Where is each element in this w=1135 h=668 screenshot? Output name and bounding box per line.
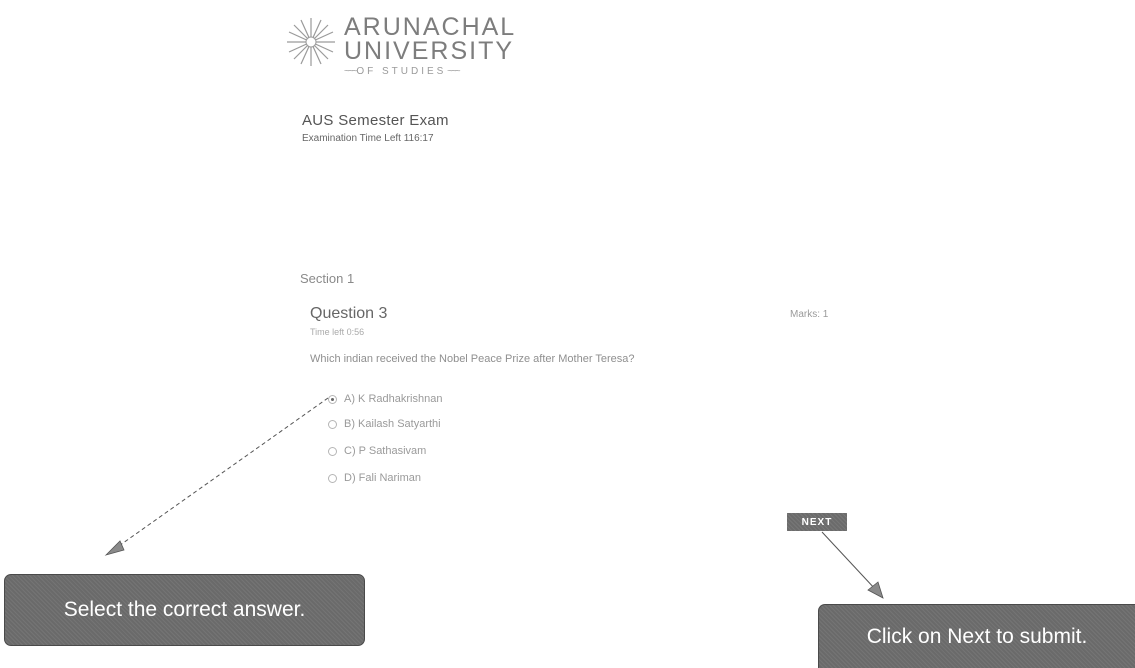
option-b[interactable]: B) Kailash Satyarthi: [328, 416, 441, 432]
exam-title: AUS Semester Exam: [302, 112, 449, 129]
next-button[interactable]: NEXT: [787, 513, 847, 531]
dashed-arrow-icon: [104, 397, 329, 556]
university-logo-icon: [283, 14, 339, 70]
logo-subtitle: ~~~ OF STUDIES ~~~: [344, 66, 461, 77]
option-a[interactable]: A) K Radhakrishnan: [328, 391, 442, 407]
annotation-arrows: [104, 397, 884, 599]
radio-button-selected[interactable]: [328, 394, 337, 404]
logo-wordmark-line2: UNIVERSITY: [344, 37, 515, 65]
question-title: Question 3: [310, 305, 388, 322]
radio-button[interactable]: [328, 419, 337, 429]
question-marks: Marks: 1: [790, 309, 829, 320]
exam-time-left: Examination Time Left 116:17: [302, 133, 434, 144]
radio-button[interactable]: [328, 473, 337, 483]
section-label: Section 1: [300, 271, 355, 286]
radio-button[interactable]: [328, 446, 337, 456]
logo-subtitle-text: OF STUDIES: [356, 66, 447, 77]
option-label: A) K Radhakrishnan: [344, 393, 443, 405]
callout-click-next: Click on Next to submit.: [818, 604, 1135, 668]
callout-select-answer: Select the correct answer.: [4, 574, 365, 646]
option-d[interactable]: D) Fali Nariman: [328, 470, 421, 486]
solid-arrow-icon: [821, 531, 884, 599]
option-c[interactable]: C) P Sathasivam: [328, 443, 426, 459]
question-time-left: Time left 0:56: [310, 327, 365, 337]
option-label: B) Kailash Satyarthi: [344, 418, 441, 430]
option-label: C) P Sathasivam: [344, 445, 427, 457]
question-text: Which indian received the Nobel Peace Pr…: [310, 353, 635, 365]
option-label: D) Fali Nariman: [344, 472, 422, 484]
